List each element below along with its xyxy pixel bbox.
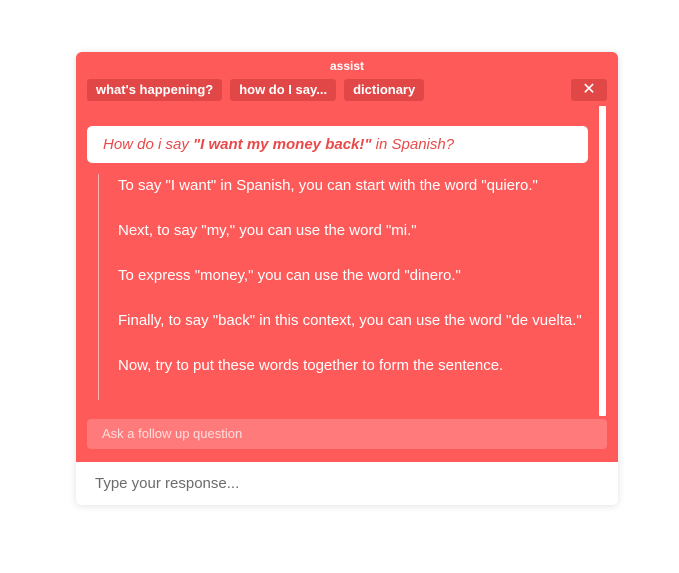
tab-bar: what's happening? how do I say... dictio… [87, 79, 425, 101]
question-phrase: "I want my money back!" [193, 136, 372, 153]
close-button[interactable]: ✕ [571, 79, 607, 101]
user-question: How do i say "I want my money back!" in … [87, 126, 588, 163]
scrollbar[interactable] [599, 106, 606, 416]
answer-paragraph: Finally, to say "back" in this context, … [118, 312, 582, 329]
tab-dictionary[interactable]: dictionary [344, 79, 425, 101]
tab-whats-happening[interactable]: what's happening? [87, 79, 223, 101]
assist-card: assist what's happening? how do I say...… [76, 52, 618, 505]
question-suffix: in Spanish? [371, 136, 455, 153]
followup-input[interactable]: Ask a follow up question [87, 419, 607, 449]
answer-paragraph: To say "I want" in Spanish, you can star… [118, 177, 538, 194]
tab-how-do-i-say[interactable]: how do I say... [230, 79, 337, 101]
answer-paragraph: To express "money," you can use the word… [118, 267, 461, 284]
close-icon: ✕ [582, 81, 596, 98]
assistant-answer: To say "I want" in Spanish, you can star… [98, 174, 588, 400]
panel-title: assist [329, 59, 365, 73]
answer-paragraph: Now, try to put these words together to … [118, 357, 504, 374]
answer-paragraph: Next, to say "my," you can use the word … [118, 222, 417, 239]
response-input[interactable]: Type your response... [76, 462, 618, 505]
question-prefix: How do i say [103, 136, 194, 153]
assist-panel: assist what's happening? how do I say...… [76, 52, 618, 462]
